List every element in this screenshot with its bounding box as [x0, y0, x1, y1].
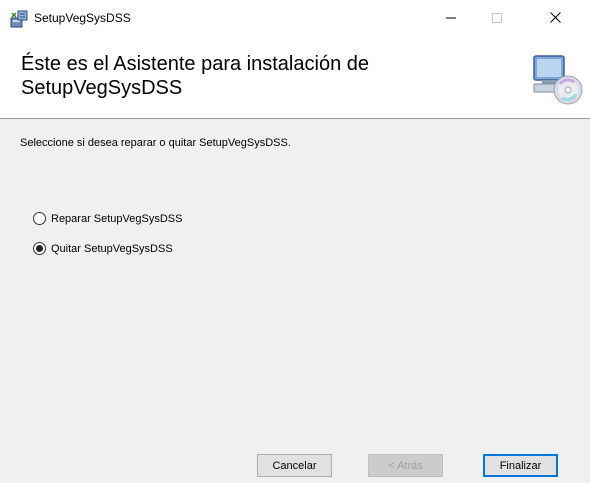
- finish-button[interactable]: Finalizar: [483, 454, 558, 477]
- window-title: SetupVegSysDSS: [34, 11, 131, 25]
- title-bar: SetupVegSysDSS: [0, 0, 590, 38]
- minimize-button[interactable]: [428, 0, 474, 38]
- instruction-text: Seleccione si desea reparar o quitar Set…: [20, 137, 291, 149]
- installer-icon: [9, 9, 29, 29]
- maximize-icon: [492, 10, 502, 28]
- repair-label[interactable]: Reparar SetupVegSysDSS: [51, 213, 182, 225]
- close-button[interactable]: [532, 0, 578, 38]
- wizard-body: Seleccione si desea reparar o quitar Set…: [0, 119, 590, 432]
- repair-radio[interactable]: [33, 212, 46, 225]
- page-title: Éste es el Asistente para instalación de…: [21, 53, 369, 99]
- option-repair[interactable]: Reparar SetupVegSysDSS: [33, 212, 182, 225]
- minimize-icon: [446, 10, 456, 28]
- computer-cd-icon: [528, 50, 584, 106]
- wizard-header: Éste es el Asistente para instalación de…: [0, 38, 590, 118]
- close-icon: [549, 10, 561, 28]
- maximize-button[interactable]: [474, 0, 520, 38]
- cancel-button[interactable]: Cancelar: [257, 454, 332, 477]
- remove-radio[interactable]: [33, 242, 46, 255]
- back-button[interactable]: < Atrás: [368, 454, 443, 477]
- wizard-footer: Cancelar < Atrás Finalizar: [0, 432, 590, 483]
- remove-label[interactable]: Quitar SetupVegSysDSS: [51, 243, 173, 255]
- option-remove[interactable]: Quitar SetupVegSysDSS: [33, 242, 173, 255]
